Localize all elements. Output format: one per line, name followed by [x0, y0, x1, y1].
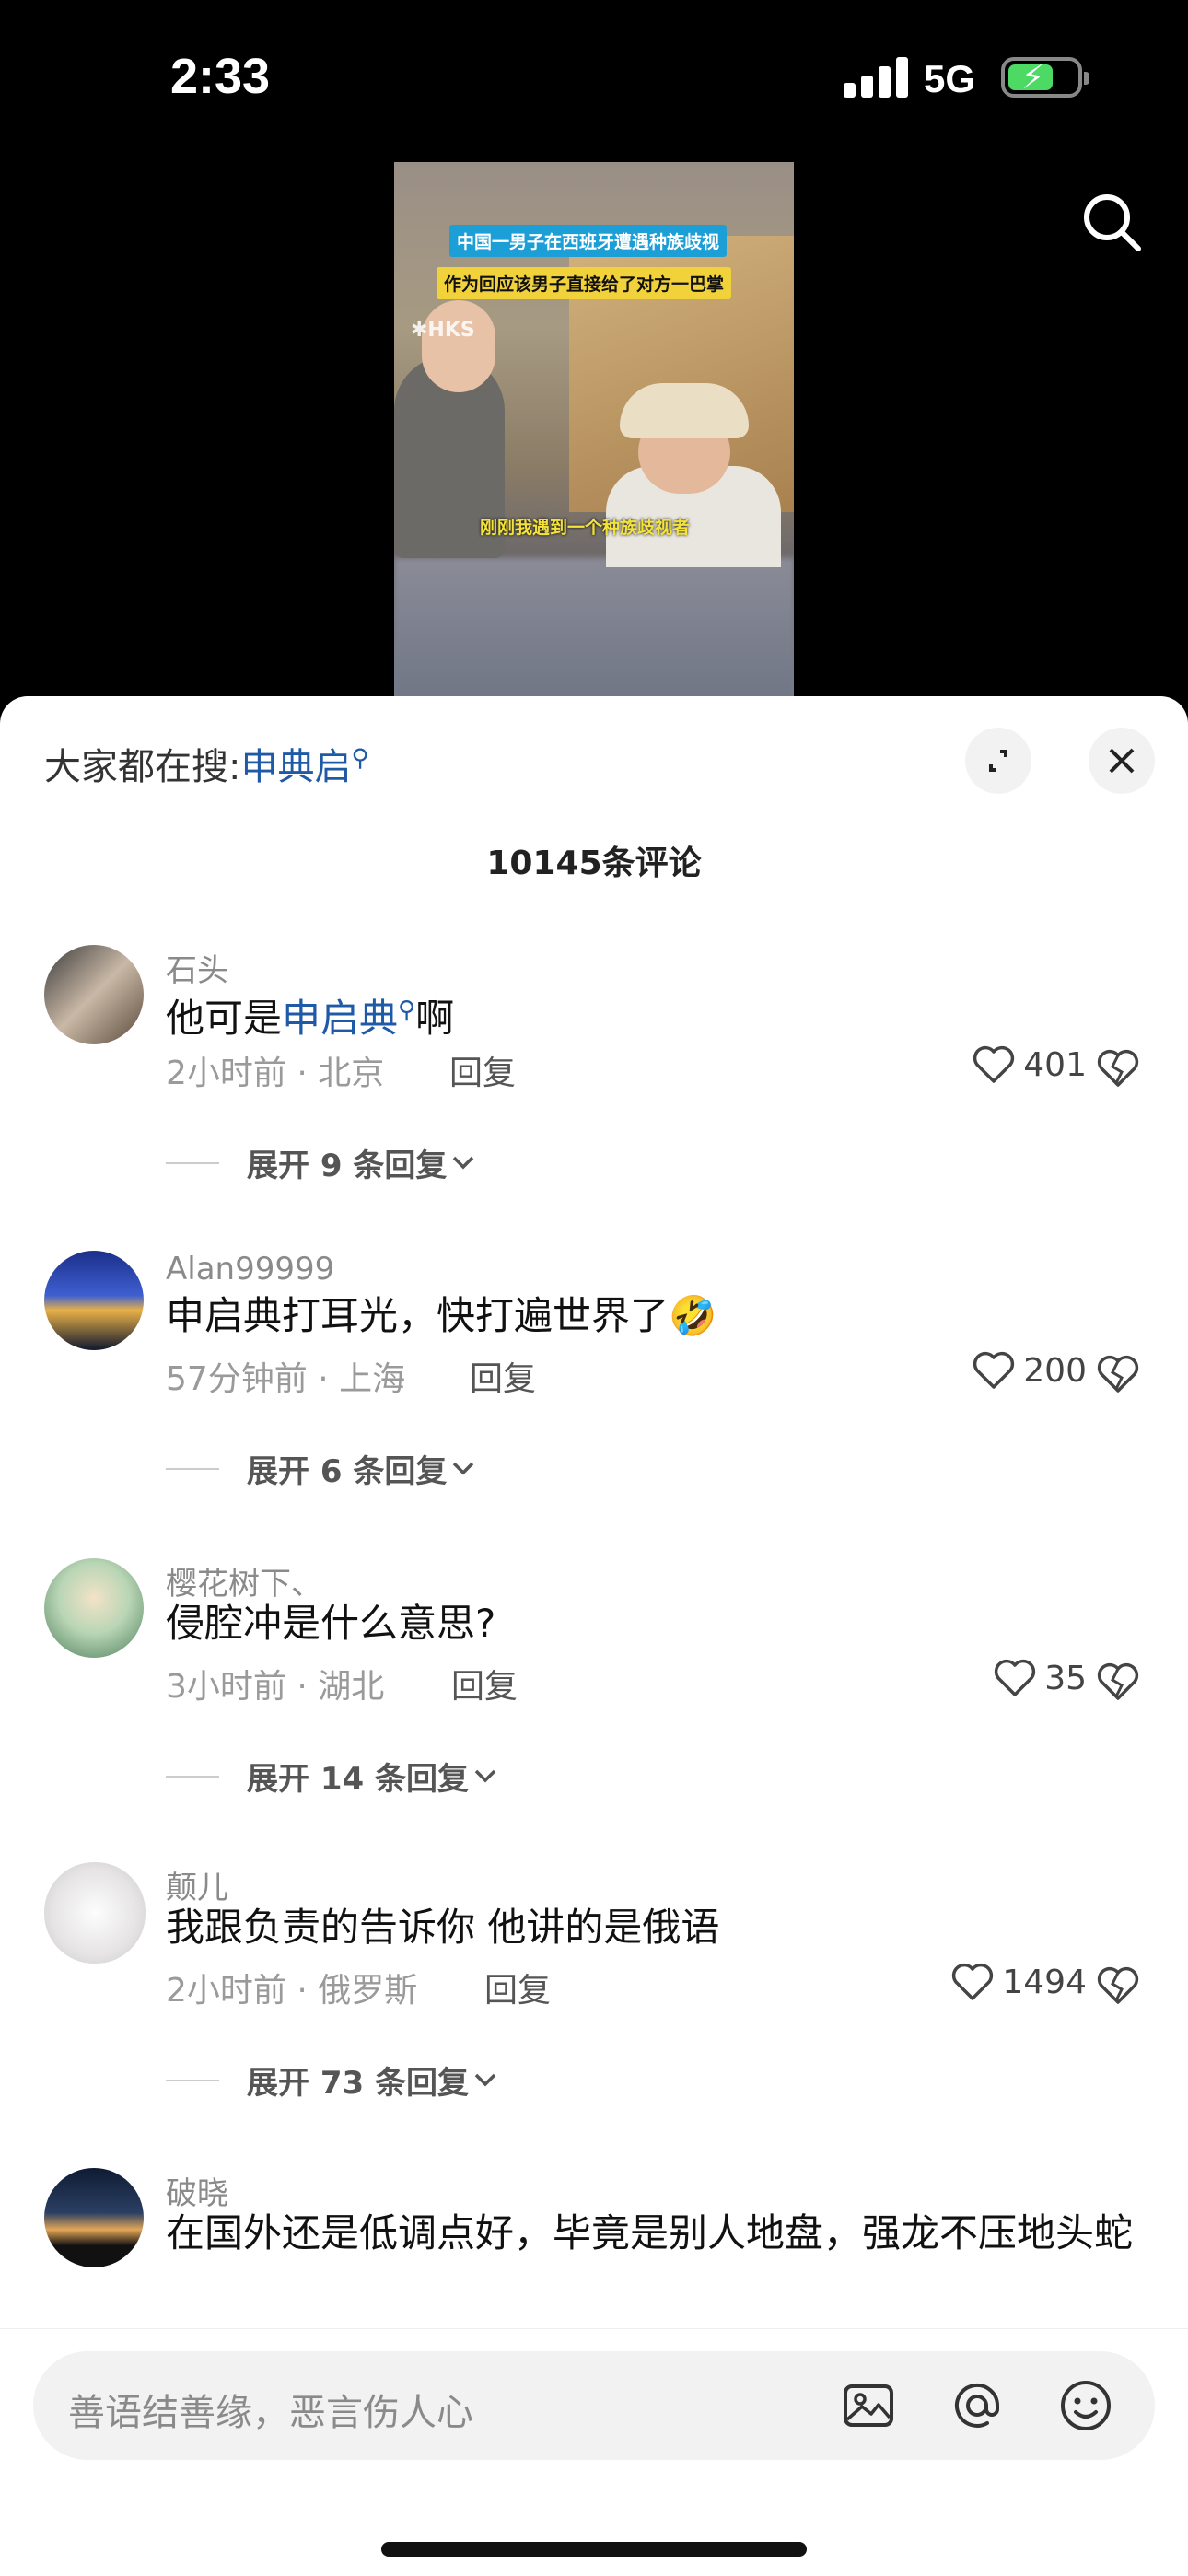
- like-count: 401: [1023, 1045, 1087, 1084]
- chevron-down-icon: [474, 2073, 496, 2086]
- comment-meta: 57分钟前 · 上海: [166, 1360, 406, 1398]
- video-subtitle: 刚刚我遇到一个种族歧视者: [480, 518, 691, 538]
- expand-replies[interactable]: 展开 14 条回复: [166, 1754, 502, 1799]
- chevron-down-icon: [453, 1462, 474, 1474]
- status-bar: 2:33 5G ⚡: [0, 0, 1188, 157]
- avatar[interactable]: [44, 2168, 144, 2267]
- home-indicator[interactable]: [381, 2542, 807, 2557]
- expand-replies[interactable]: 展开 9 条回复: [166, 1140, 480, 1185]
- avatar[interactable]: [44, 1558, 144, 1658]
- search-icon: ⚲: [398, 997, 416, 1024]
- like-count: 200: [1023, 1351, 1087, 1390]
- video-caption-line1: 中国一男子在西班牙遭遇种族歧视: [449, 225, 728, 257]
- expand-replies[interactable]: 展开 73 条回复: [166, 2057, 502, 2103]
- like-button[interactable]: 35: [993, 1658, 1087, 1698]
- heart-icon: [973, 1351, 1015, 1389]
- comment-text: 他可是申启典⚲啊: [166, 996, 455, 1041]
- comment-sheet: 大家都在搜:申典启⚲ 10145条评论 石头 他可是申启典⚲啊 2小时前 · 北…: [0, 696, 1188, 2575]
- video-caption-line2: 作为回应该男子直接给了对方一巴掌: [437, 267, 732, 299]
- like-button[interactable]: 401: [972, 1044, 1087, 1085]
- like-button[interactable]: 1494: [950, 1962, 1087, 2002]
- like-count: 35: [1044, 1659, 1087, 1697]
- reply-button[interactable]: 回复: [449, 1046, 516, 1094]
- like-count: 1494: [1002, 1963, 1087, 2001]
- comment-text: 我跟负责的告诉你 他讲的是俄语: [166, 1905, 720, 1950]
- heart-icon: [952, 1963, 994, 2000]
- battery-icon: ⚡: [1001, 57, 1089, 98]
- close-button[interactable]: [1089, 728, 1155, 794]
- status-time: 2:33: [170, 49, 271, 104]
- avatar[interactable]: [44, 1251, 144, 1350]
- avatar[interactable]: [44, 945, 144, 1044]
- search-icon: ⚲: [351, 744, 369, 773]
- network-label: 5G: [924, 57, 976, 100]
- comment-text: 在国外还是低调点好，毕竟是别人地盘，强龙不压地头蛇: [166, 2210, 1134, 2255]
- comment-input[interactable]: 善语结善缘，恶言伤人心: [33, 2351, 1155, 2460]
- search-icon[interactable]: [1079, 190, 1144, 254]
- comment-count: 10145条评论: [486, 845, 702, 882]
- reply-button[interactable]: 回复: [470, 1352, 536, 1400]
- dislike-icon[interactable]: [1096, 1048, 1140, 1089]
- comment-meta: 3小时前 · 湖北: [166, 1668, 385, 1706]
- signal-icon: [844, 55, 908, 98]
- comment-meta: 2小时前 · 俄罗斯: [166, 1972, 418, 2010]
- image-icon[interactable]: [840, 2377, 897, 2434]
- heart-icon: [973, 1045, 1015, 1083]
- video-player[interactable]: ✱HKS 中国一男子在西班牙遭遇种族歧视 作为回应该男子直接给了对方一巴掌 刚刚…: [394, 162, 794, 715]
- expand-button[interactable]: [965, 728, 1031, 794]
- at-icon[interactable]: [949, 2377, 1006, 2434]
- reply-button[interactable]: 回复: [484, 1964, 551, 2011]
- input-placeholder: 善语结善缘，恶言伤人心: [68, 2392, 473, 2434]
- avatar[interactable]: [44, 1862, 146, 1964]
- dislike-icon[interactable]: [1096, 1661, 1140, 1702]
- comment-text: 申启典打耳光，快打遍世界了🤣: [166, 1293, 717, 1338]
- chevron-down-icon: [474, 1769, 496, 1782]
- like-button[interactable]: 200: [972, 1350, 1087, 1391]
- chevron-down-icon: [453, 1156, 474, 1169]
- expand-replies[interactable]: 展开 6 条回复: [166, 1446, 480, 1491]
- hot-search-keyword[interactable]: 申典启: [240, 746, 351, 788]
- hot-search-prefix: 大家都在搜:: [44, 746, 241, 788]
- close-icon: [1109, 748, 1135, 774]
- reply-button[interactable]: 回复: [451, 1660, 518, 1708]
- emoji-icon[interactable]: [1057, 2377, 1114, 2434]
- dislike-icon[interactable]: [1096, 1965, 1140, 2006]
- comment-keyword-link[interactable]: 申启典: [282, 996, 398, 1041]
- video-watermark-logo: ✱HKS: [411, 319, 475, 342]
- comment-username[interactable]: Alan99999: [166, 1251, 334, 1288]
- expand-icon: [989, 750, 1007, 772]
- heart-icon: [995, 1659, 1036, 1696]
- emoji: 🤣: [669, 1293, 717, 1338]
- comment-input-bar: 善语结善缘，恶言伤人心: [0, 2328, 1188, 2576]
- hot-search[interactable]: 大家都在搜:申典启⚲: [44, 737, 369, 790]
- dislike-icon[interactable]: [1096, 1354, 1140, 1394]
- comment-meta: 2小时前 · 北京: [166, 1055, 385, 1092]
- comment-text: 侵腔冲是什么意思?: [166, 1601, 496, 1646]
